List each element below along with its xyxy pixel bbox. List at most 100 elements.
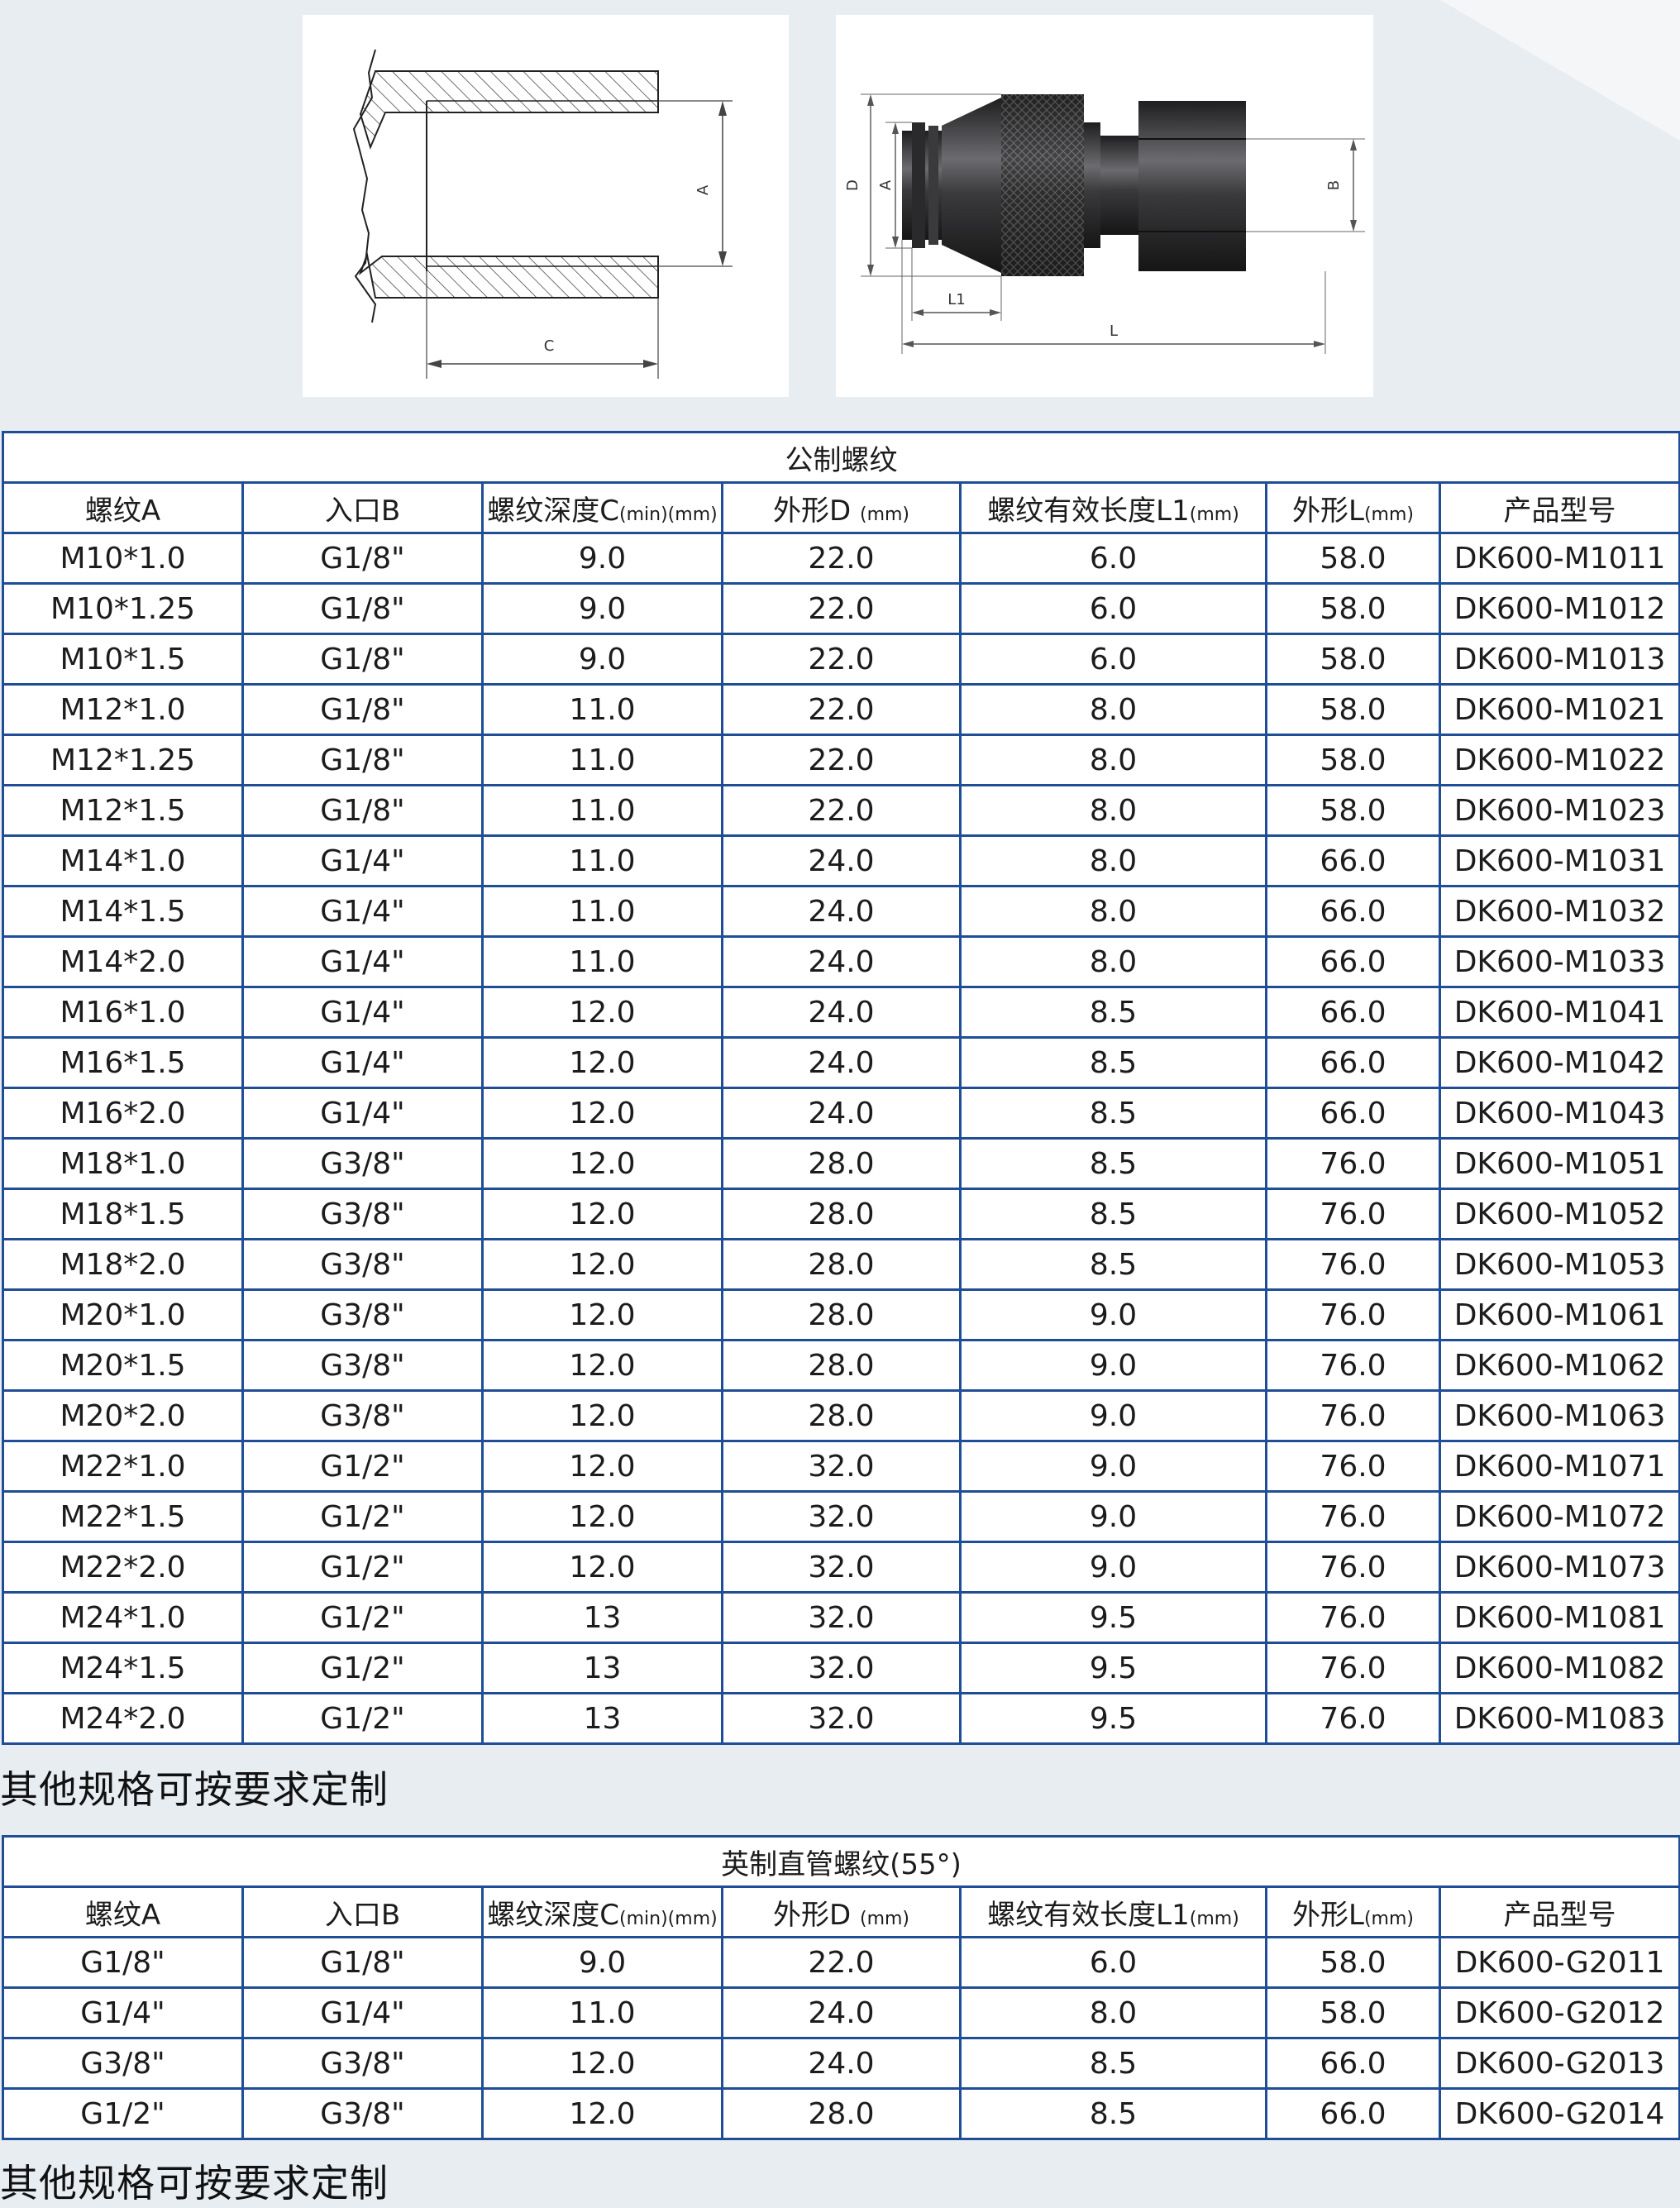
table-cell: 76.0 <box>1265 1591 1441 1644</box>
table-cell: DK600-M1031 <box>1438 834 1680 887</box>
column-header: 外形L(mm) <box>1265 1885 1441 1938</box>
table-cell: M20*1.0 <box>2 1288 244 1341</box>
table-cell: M12*1.5 <box>2 784 244 837</box>
table-cell: 66.0 <box>1265 986 1441 1039</box>
table-cell: M18*1.5 <box>2 1188 244 1240</box>
imperial-thread-table: 英制直管螺纹(55°) 螺纹A 入口B 螺纹深度C(min)(mm) 外形D (mm)… <box>1 1835 1680 2140</box>
table-cell: 12.0 <box>481 1087 723 1140</box>
table-cell: 76.0 <box>1265 1137 1441 1190</box>
table-cell: G1/4" <box>241 834 484 887</box>
table-cell: M10*1.5 <box>2 633 244 686</box>
table-cell: M18*2.0 <box>2 1238 244 1291</box>
imperial-table-body: G1/8" G1/8" 9.0 22.0 6.0 58.0 DK600-G2011 G1/4"… <box>2 1936 1680 2140</box>
table-cell: G1/8" <box>241 633 484 686</box>
column-header-label: 产品型号 <box>1503 1898 1616 1932</box>
table-row: M18*1.0 G3/8" 12.0 28.0 8.5 76.0 DK600-M1051 <box>2 1137 1680 1190</box>
column-header-label: 螺纹A <box>84 1898 161 1932</box>
table-cell: M18*1.0 <box>2 1137 244 1190</box>
table-cell: M12*1.0 <box>2 683 244 736</box>
table-cell: G1/8" <box>241 1936 484 1989</box>
table-cell: DK600-M1043 <box>1438 1087 1680 1140</box>
column-header: 螺纹深度C(min)(mm) <box>481 481 723 534</box>
table-cell: 12.0 <box>481 1440 723 1493</box>
column-header-unit: (mm) <box>859 504 910 525</box>
table-cell: 58.0 <box>1265 683 1441 736</box>
table-cell: DK600-M1053 <box>1438 1238 1680 1291</box>
table-cell: 24.0 <box>721 2037 962 2090</box>
table-cell: 28.0 <box>721 1137 962 1190</box>
table-cell: 76.0 <box>1265 1642 1441 1694</box>
table-cell: 58.0 <box>1265 633 1441 686</box>
table-title-row: 英制直管螺纹(55°) <box>1 1835 1680 1888</box>
table-cell: 66.0 <box>1265 2087 1441 2140</box>
table-cell: 76.0 <box>1265 1389 1441 1442</box>
column-header-label: 入口B <box>324 1898 401 1932</box>
table-cell: M16*1.5 <box>2 1036 244 1089</box>
table-cell: M14*2.0 <box>2 935 244 988</box>
table-cell: G1/8" <box>2 1936 244 1989</box>
table-row: G1/8" G1/8" 9.0 22.0 6.0 58.0 DK600-G2011 <box>2 1936 1680 1989</box>
table-cell: 12.0 <box>481 986 723 1039</box>
table-cell: 76.0 <box>1265 1440 1441 1493</box>
table-cell: DK600-M1081 <box>1438 1591 1680 1644</box>
table-cell: 13 <box>481 1591 723 1644</box>
table-cell: 8.0 <box>959 834 1267 887</box>
table-cell: 58.0 <box>1265 532 1441 585</box>
column-header-unit: (mm) <box>1363 1908 1414 1929</box>
fitting-product-diagram: D A B L1 L <box>836 15 1373 397</box>
table-cell: 58.0 <box>1265 1936 1441 1989</box>
table-header-row: 螺纹A 入口B 螺纹深度C(min)(mm) 外形D (mm) 螺纹有效长度L1(mm)… <box>2 1885 1680 1938</box>
table-cell: DK600-M1071 <box>1438 1440 1680 1493</box>
table-cell: 8.0 <box>959 683 1267 736</box>
table-cell: 76.0 <box>1265 1238 1441 1291</box>
table-cell: 8.0 <box>959 1986 1267 2039</box>
table-cell: 12.0 <box>481 1238 723 1291</box>
table-cell: 9.0 <box>481 1936 723 1989</box>
column-header: 外形L(mm) <box>1265 481 1441 534</box>
table-cell: 6.0 <box>959 633 1267 686</box>
column-header-label: 螺纹有效长度L1 <box>987 1898 1190 1932</box>
table-cell: 6.0 <box>959 582 1267 635</box>
table-cell: 12.0 <box>481 2087 723 2140</box>
table-cell: DK600-M1022 <box>1438 734 1680 786</box>
column-header-label: 外形D <box>772 494 860 528</box>
table-cell: G1/2" <box>241 1591 484 1644</box>
table-row: M12*1.5 G1/8" 11.0 22.0 8.0 58.0 DK600-M1023 <box>2 784 1680 837</box>
table-cell: M16*2.0 <box>2 1087 244 1140</box>
table-cell: 9.0 <box>959 1288 1267 1341</box>
table-cell: M24*2.0 <box>2 1692 244 1745</box>
table-cell: 24.0 <box>721 1036 962 1089</box>
column-header-label: 外形L <box>1292 494 1364 528</box>
table-cell: 24.0 <box>721 1087 962 1140</box>
table-cell: 66.0 <box>1265 885 1441 938</box>
table-row: M16*1.5 G1/4" 12.0 24.0 8.5 66.0 DK600-M1042 <box>2 1036 1680 1089</box>
table-row: M10*1.5 G1/8" 9.0 22.0 6.0 58.0 DK600-M1013 <box>2 633 1680 686</box>
metric-table-title: 公制螺纹 <box>1 431 1680 484</box>
table-cell: M10*1.25 <box>2 582 244 635</box>
table-row: M22*2.0 G1/2" 12.0 32.0 9.0 76.0 DK600-M1073 <box>2 1541 1680 1594</box>
table-cell: M22*2.0 <box>2 1541 244 1594</box>
table-row: M12*1.0 G1/8" 11.0 22.0 8.0 58.0 DK600-M1021 <box>2 683 1680 736</box>
table-row: M10*1.25 G1/8" 9.0 22.0 6.0 58.0 DK600-M1012 <box>2 582 1680 635</box>
column-header-unit: (mm) <box>1189 504 1239 525</box>
table-row: M22*1.5 G1/2" 12.0 32.0 9.0 76.0 DK600-M1072 <box>2 1490 1680 1543</box>
table-cell: G1/8" <box>241 532 484 585</box>
table-cell: 28.0 <box>721 1339 962 1392</box>
table-cell: DK600-M1033 <box>1438 935 1680 988</box>
table-cell: G1/4" <box>241 986 484 1039</box>
table-cell: G3/8" <box>241 1288 484 1341</box>
table-cell: 32.0 <box>721 1490 962 1543</box>
table-cell: G1/4" <box>241 935 484 988</box>
column-header-label: 螺纹深度C <box>487 1898 620 1932</box>
metric-thread-table: 公制螺纹 螺纹A 入口B 螺纹深度C(min)(mm) 外形D (mm) 螺纹有效长度L… <box>1 431 1680 1745</box>
column-header-label: 外形D <box>772 1898 860 1932</box>
column-header: 螺纹有效长度L1(mm) <box>959 1885 1267 1938</box>
table-row: M12*1.25 G1/8" 11.0 22.0 8.0 58.0 DK600-M1022 <box>2 734 1680 786</box>
table-row: M20*2.0 G3/8" 12.0 28.0 9.0 76.0 DK600-M1063 <box>2 1389 1680 1442</box>
table-cell: 24.0 <box>721 1986 962 2039</box>
column-header: 产品型号 <box>1438 1885 1680 1938</box>
table-cell: 13 <box>481 1692 723 1745</box>
table-cell: DK600-M1032 <box>1438 885 1680 938</box>
table-row: M14*1.5 G1/4" 11.0 24.0 8.0 66.0 DK600-M1032 <box>2 885 1680 938</box>
table-cell: 28.0 <box>721 1288 962 1341</box>
